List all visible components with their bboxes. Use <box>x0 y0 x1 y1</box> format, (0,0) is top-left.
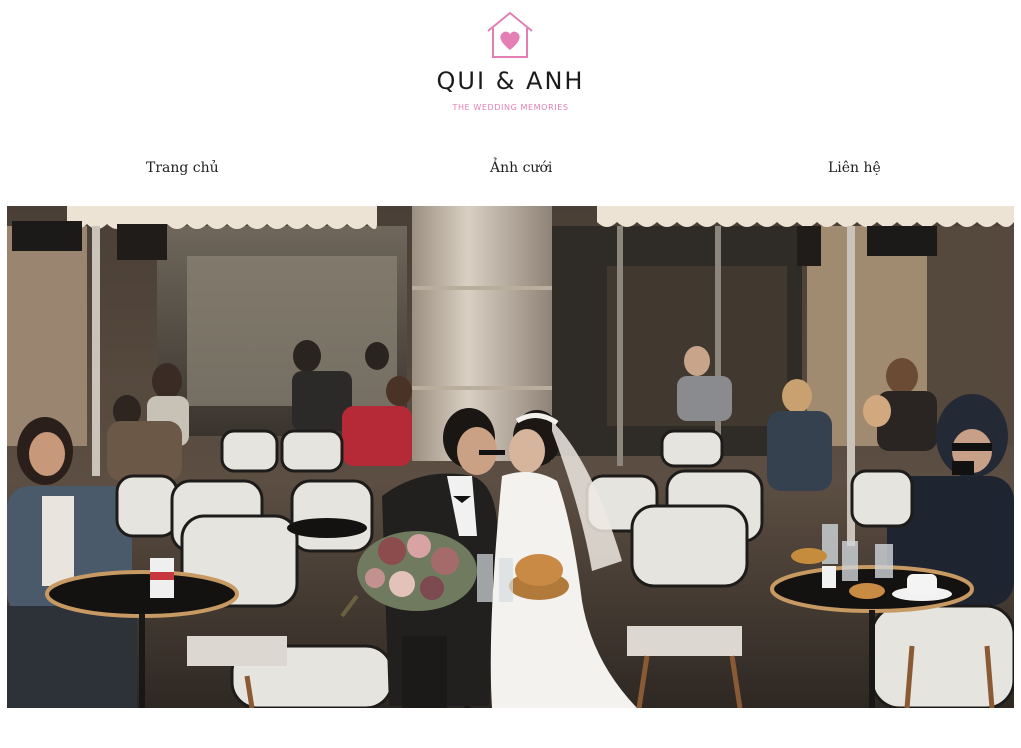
nav-item-home[interactable]: Trang chủ <box>146 158 219 178</box>
nav-item-contact[interactable]: Liên hệ <box>828 158 881 178</box>
brand-subtitle: THE WEDDING MEMORIES <box>452 103 569 112</box>
heart-house-icon[interactable] <box>484 10 536 60</box>
hero-photo <box>7 206 1014 708</box>
nav-item-wedding-photos[interactable]: Ảnh cưới <box>490 158 552 178</box>
wedding-cafe-illustration <box>7 206 1014 708</box>
main-nav: Trang chủ Ảnh cưới Liên hệ <box>0 150 1021 186</box>
site-header: QUI & ANH THE WEDDING MEMORIES <box>0 0 1021 130</box>
brand-title[interactable]: QUI & ANH <box>0 66 1021 96</box>
